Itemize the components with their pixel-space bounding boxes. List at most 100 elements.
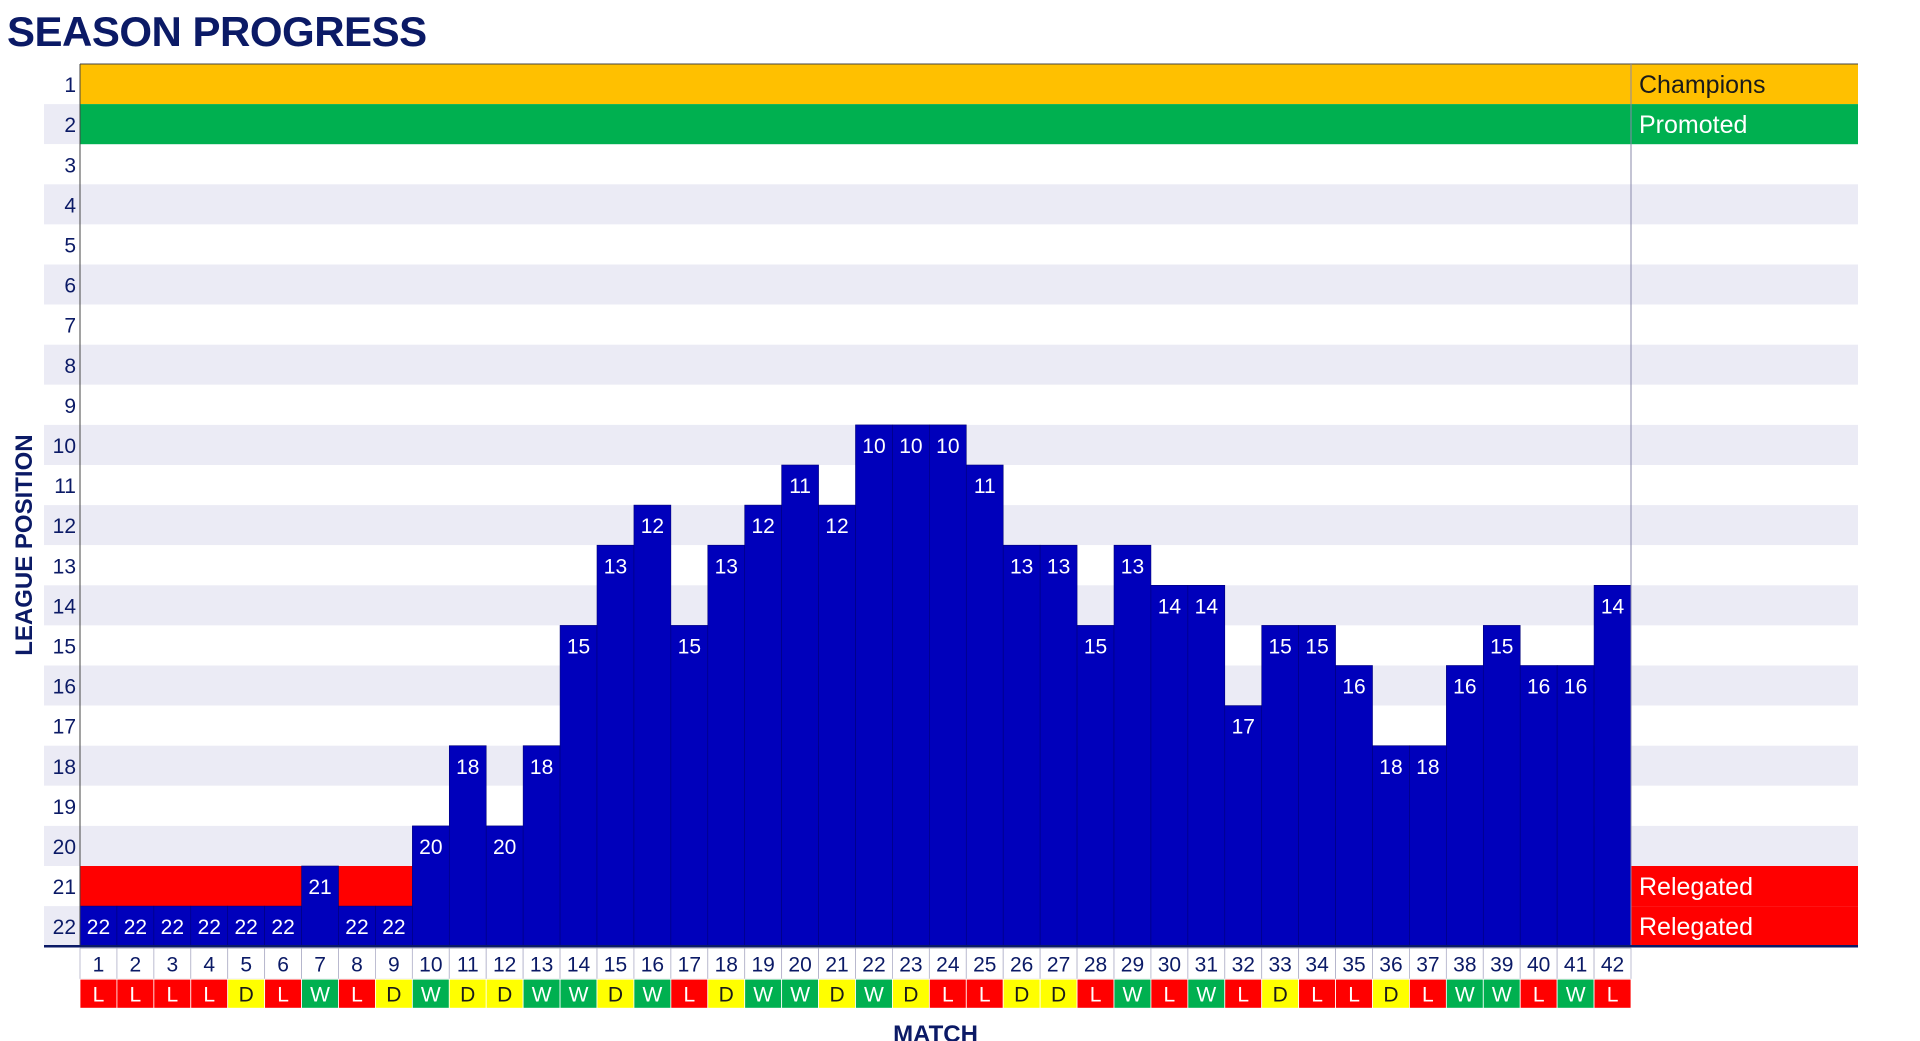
bar-match-29 (1113, 544, 1152, 947)
y-tick-label-12: 12 (53, 515, 76, 538)
data-label-match-42: 14 (1601, 595, 1625, 618)
data-label-match-26: 13 (1010, 555, 1033, 578)
x-tick-label-35: 35 (1342, 954, 1365, 977)
bar-match-14 (559, 625, 598, 947)
data-label-match-40: 16 (1527, 676, 1550, 699)
data-label-match-25: 11 (974, 475, 996, 498)
y-tick-label-9: 9 (64, 395, 76, 418)
data-label-match-9: 22 (382, 916, 405, 939)
zone-label-2: Promoted (1639, 111, 1747, 139)
bar-match-27 (1039, 544, 1078, 947)
y-tick-label-17: 17 (53, 716, 76, 739)
result-label-40: L (1533, 984, 1545, 1007)
data-label-match-21: 12 (825, 515, 848, 538)
data-label-match-24: 10 (936, 435, 959, 458)
data-label-match-8: 22 (345, 916, 368, 939)
data-label-match-28: 15 (1084, 635, 1107, 658)
data-label-match-10: 20 (419, 836, 442, 859)
data-label-match-14: 15 (567, 635, 590, 658)
result-row: LLLLDLWLDWDDWWDWLDWWDWDLLDDLWLWLDLLDLWWL… (79, 978, 1632, 1009)
result-label-19: W (753, 984, 773, 1007)
result-label-16: W (642, 984, 662, 1007)
result-label-38: W (1455, 984, 1475, 1007)
y-tick-label-19: 19 (53, 796, 76, 819)
bar-match-33 (1261, 625, 1299, 947)
data-label-match-1: 22 (87, 916, 110, 939)
data-label-match-19: 12 (751, 515, 774, 538)
y-tick-label-7: 7 (64, 315, 76, 338)
bar-match-20 (781, 464, 819, 947)
result-label-7: W (310, 984, 330, 1007)
x-tick-label-4: 4 (203, 954, 215, 977)
bar-match-42 (1593, 584, 1632, 947)
result-label-4: L (203, 984, 215, 1007)
x-tick-label-6: 6 (277, 954, 289, 977)
x-tick-label-42: 42 (1601, 954, 1624, 977)
zone-band-2 (80, 104, 1858, 145)
bar-match-17 (670, 625, 709, 947)
data-label-match-7: 21 (308, 876, 331, 899)
x-tick-label-24: 24 (936, 954, 960, 977)
result-label-25: L (979, 984, 991, 1007)
data-label-match-18: 13 (715, 555, 738, 578)
data-label-match-38: 16 (1453, 676, 1476, 699)
bar-match-39 (1482, 625, 1521, 947)
y-tick-label-3: 3 (64, 154, 76, 177)
bar-match-21 (818, 504, 856, 947)
x-axis: 1 2 3 4 5 6 7 8 9 10 11 12 13 14 15 16 17 18 19 20 21 22 23 24 2… (79, 947, 1632, 980)
bar-match-32 (1224, 705, 1263, 947)
bar-match-19 (744, 504, 782, 947)
x-tick-label-29: 29 (1121, 954, 1144, 977)
y-tick-label-11: 11 (54, 475, 76, 498)
x-tick-label-10: 10 (419, 954, 442, 977)
result-label-1: L (93, 984, 105, 1007)
data-label-match-27: 13 (1047, 555, 1070, 578)
data-label-match-41: 16 (1564, 676, 1587, 699)
bar-match-38 (1446, 665, 1484, 947)
y-tick-label-15: 15 (53, 635, 76, 658)
x-tick-label-12: 12 (493, 954, 516, 977)
zone-label-1: Champions (1639, 71, 1765, 99)
x-tick-label-3: 3 (166, 954, 178, 977)
result-label-24: L (942, 984, 954, 1007)
data-label-match-15: 13 (604, 555, 627, 578)
zone-label-22: Relegated (1639, 913, 1753, 941)
bar-match-15 (596, 544, 635, 947)
data-label-match-6: 22 (271, 916, 294, 939)
data-label-match-20: 11 (789, 475, 811, 498)
row-stripe-7 (44, 304, 1858, 345)
row-stripe-8 (44, 344, 1858, 385)
y-tick-label-16: 16 (53, 676, 76, 699)
x-tick-label-28: 28 (1084, 954, 1107, 977)
result-label-20: W (790, 984, 810, 1007)
x-tick-label-22: 22 (862, 954, 885, 977)
result-label-26: D (1014, 984, 1029, 1007)
y-tick-label-1: 1 (64, 74, 76, 97)
bar-match-18 (707, 544, 746, 947)
data-label-match-16: 12 (641, 515, 664, 538)
result-label-8: L (351, 984, 363, 1007)
result-label-36: D (1383, 984, 1398, 1007)
x-tick-label-34: 34 (1305, 954, 1329, 977)
y-tick-label-21: 21 (53, 876, 76, 899)
x-tick-label-8: 8 (351, 954, 363, 977)
x-tick-label-30: 30 (1158, 954, 1181, 977)
zone-label-21: Relegated (1639, 873, 1753, 901)
bar-match-31 (1187, 584, 1226, 947)
bar-match-24 (929, 424, 967, 947)
x-tick-label-33: 33 (1268, 954, 1291, 977)
result-label-17: L (683, 984, 695, 1007)
data-label-match-37: 18 (1416, 756, 1439, 779)
data-label-match-29: 13 (1121, 555, 1144, 578)
data-label-match-39: 15 (1490, 635, 1513, 658)
result-label-32: L (1237, 984, 1249, 1007)
x-tick-label-14: 14 (567, 954, 591, 977)
row-stripe-5 (44, 224, 1858, 265)
data-label-match-12: 20 (493, 836, 516, 859)
x-axis-title: MATCH (893, 1021, 978, 1041)
data-label-match-3: 22 (161, 916, 184, 939)
x-tick-label-21: 21 (825, 954, 848, 977)
result-label-11: D (460, 984, 475, 1007)
x-tick-label-9: 9 (388, 954, 400, 977)
x-tick-label-37: 37 (1416, 954, 1439, 977)
